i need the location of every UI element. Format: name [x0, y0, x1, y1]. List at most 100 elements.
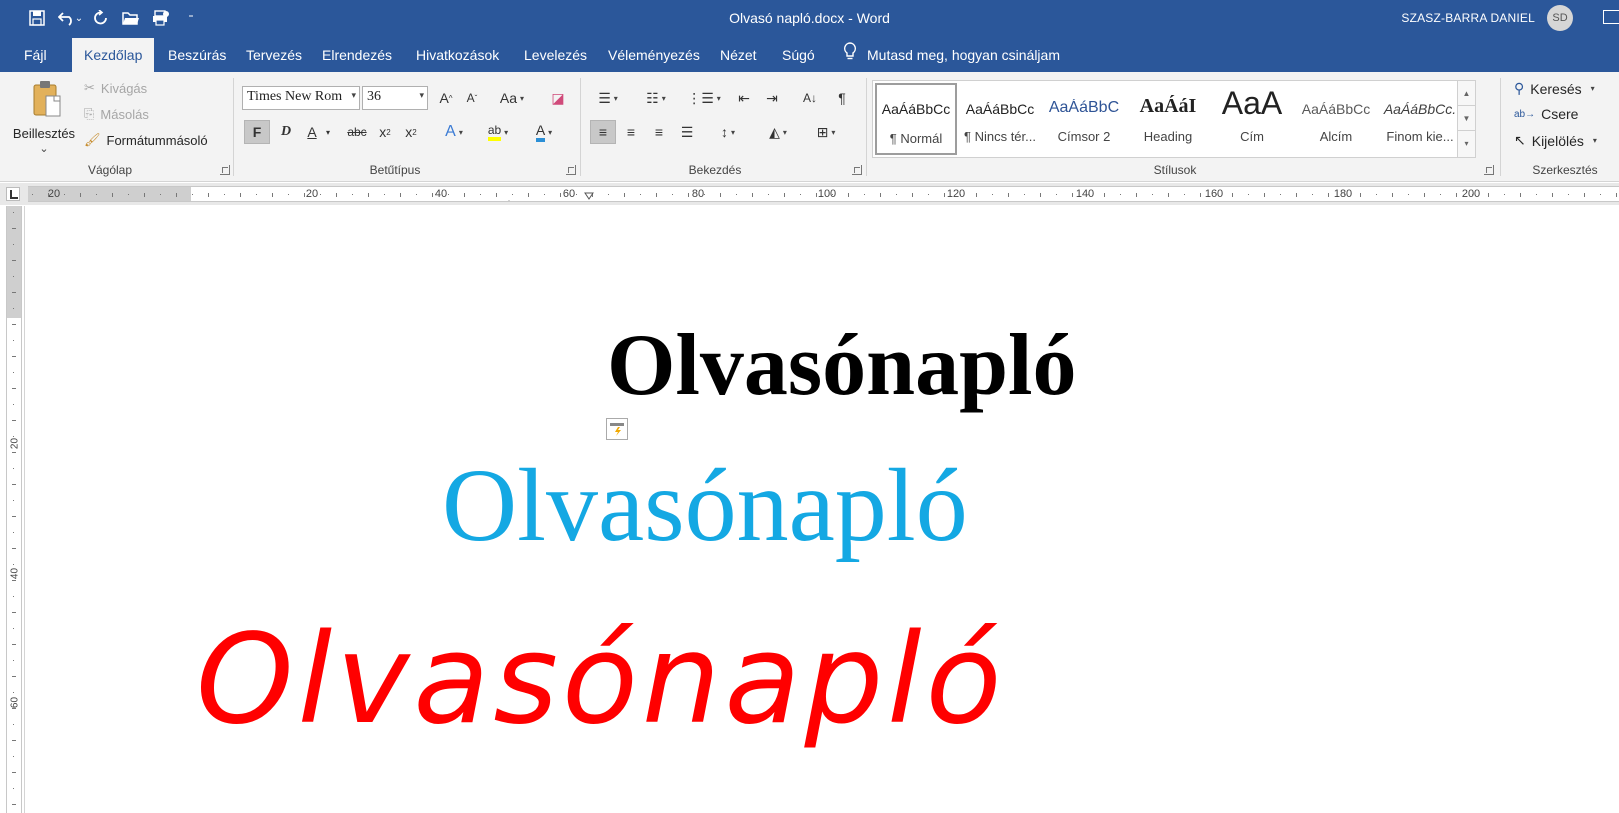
justify-icon[interactable]: ☰ — [674, 120, 700, 144]
ruler-tick — [320, 194, 321, 195]
ruler-tick — [1232, 193, 1233, 197]
ruler-tick — [944, 193, 945, 197]
tab-mailings[interactable]: Levelezés — [512, 38, 599, 72]
borders-icon: ⊞ — [816, 123, 829, 140]
horizontal-ruler[interactable]: 20 20 40 60 80 100 120 140 160 180 200 — [28, 186, 1619, 202]
avatar[interactable]: SD — [1547, 5, 1573, 31]
bold-button[interactable]: F — [244, 120, 270, 144]
chevron-down-icon: ▾ — [613, 93, 618, 103]
ruler-tick — [1312, 194, 1313, 195]
subscript-button[interactable]: x2 — [374, 120, 396, 144]
first-line-indent-marker[interactable] — [504, 195, 514, 201]
tab-review[interactable]: Véleményezés — [596, 38, 712, 72]
grow-font-button[interactable]: A ^ — [434, 86, 458, 110]
chevron-down-icon: ▾ — [716, 93, 721, 103]
borders-button[interactable]: ⊞ ▾ — [808, 120, 844, 144]
format-painter-button[interactable]: 🖌 Formátummásoló — [84, 132, 208, 148]
superscript-button[interactable]: x2 — [400, 120, 422, 144]
right-indent-marker[interactable] — [584, 187, 594, 200]
tab-stop-selector[interactable] — [6, 187, 20, 201]
font-name-combo[interactable]: Times New Rom ▾ — [242, 86, 360, 110]
style-no-spacing[interactable]: AaÁáBbCc ¶ Nincs tér... — [959, 83, 1041, 155]
shrink-font-button[interactable]: Aˇ — [460, 86, 484, 110]
replace-button[interactable]: ab→ Csere — [1514, 106, 1578, 122]
chevron-down-icon[interactable]: ⌄ — [8, 142, 80, 155]
shading-button[interactable]: ◭ ▾ — [760, 120, 796, 144]
document-text-line-3[interactable]: Olvasónapló — [196, 618, 1006, 742]
vertical-ruler-tick — [13, 660, 14, 661]
line-spacing-button[interactable]: ↕ ▾ — [710, 120, 746, 144]
font-color-button[interactable]: A ▾ — [526, 120, 562, 144]
paste-button[interactable]: Beillesztés ⌄ — [8, 78, 80, 160]
highlight-button[interactable]: ab ▾ — [480, 120, 516, 144]
ribbon-tabs: Fájl Kezdőlap Beszúrás Tervezés Elrendez… — [0, 36, 1619, 72]
ruler-tick — [976, 193, 977, 197]
tab-home[interactable]: Kezdőlap — [72, 38, 155, 72]
font-size-combo[interactable]: 36 ▾ — [362, 86, 428, 110]
ruler-tick — [80, 193, 81, 197]
vertical-ruler-tick — [13, 340, 14, 341]
multilevel-list-button[interactable]: ⋮☰ ▾ — [686, 86, 722, 110]
ruler-tick — [64, 194, 65, 195]
change-case-button[interactable]: Aa ▾ — [494, 86, 530, 110]
select-button[interactable]: ↖ Kijelölés ▾ — [1514, 132, 1597, 149]
align-right-icon[interactable]: ≡ — [646, 120, 672, 144]
find-button[interactable]: ⚲ Keresés ▾ — [1514, 80, 1595, 97]
strikethrough-button[interactable]: abc — [344, 120, 370, 144]
tab-file[interactable]: Fájl — [12, 38, 59, 72]
paste-options-icon[interactable] — [606, 418, 628, 440]
copy-button[interactable]: ⎘ Másolás — [84, 106, 149, 122]
ribbon-display-options-icon[interactable] — [1603, 10, 1619, 24]
style-title[interactable]: AaA Cím — [1211, 83, 1293, 155]
tab-design[interactable]: Tervezés — [234, 38, 314, 72]
clipboard-launcher-icon[interactable] — [220, 165, 230, 175]
styles-launcher-icon[interactable] — [1484, 165, 1494, 175]
decrease-indent-icon[interactable]: ⇤ — [732, 86, 756, 110]
vertical-ruler-tick — [12, 644, 16, 645]
bullets-button[interactable]: ☰ ▾ — [590, 86, 626, 110]
show-formatting-icon[interactable]: ¶ — [830, 86, 854, 110]
tell-me-search[interactable]: Mutasd meg, hogyan csináljam — [843, 38, 1060, 72]
tab-references[interactable]: Hivatkozások — [404, 38, 511, 72]
style-heading[interactable]: AaÁáI Heading — [1127, 83, 1209, 155]
clear-formatting-icon[interactable]: ◪ — [546, 86, 570, 110]
style-name: ¶ Nincs tér... — [963, 129, 1036, 144]
underline-dropdown-icon[interactable]: ▾ — [322, 120, 334, 144]
ruler-tick — [1472, 194, 1473, 195]
tab-insert[interactable]: Beszúrás — [156, 38, 238, 72]
scroll-up-icon[interactable]: ▲ — [1458, 81, 1475, 106]
align-left-icon[interactable]: ≡ — [590, 120, 616, 144]
style-subtle-emphasis[interactable]: AaÁáBbCc. Finom kie... — [1379, 83, 1461, 155]
vertical-ruler-tick — [13, 692, 14, 693]
paragraph-launcher-icon[interactable] — [852, 165, 862, 175]
document-text-line-1[interactable]: Olvasónapló — [607, 322, 1076, 410]
tab-layout[interactable]: Elrendezés — [310, 38, 404, 72]
font-launcher-icon[interactable] — [566, 165, 576, 175]
align-center-icon[interactable]: ≡ — [618, 120, 644, 144]
ruler-tick — [1584, 193, 1585, 197]
find-label: Keresés — [1530, 80, 1582, 97]
ruler-label: 20 — [47, 188, 61, 200]
style-normal[interactable]: AaÁáBbCc ¶ Normál — [875, 83, 957, 155]
style-heading-2[interactable]: AaÁáBbC Címsor 2 — [1043, 83, 1125, 155]
style-sample: AaÁáBbC — [1048, 99, 1120, 116]
vertical-ruler-tick — [13, 596, 14, 597]
tab-view[interactable]: Nézet — [708, 38, 769, 72]
cut-button[interactable]: ✂ Kivágás — [84, 80, 147, 96]
document-text-line-2[interactable]: Olvasónapló — [442, 454, 968, 558]
sort-icon[interactable]: A↓ — [798, 86, 822, 110]
more-styles-icon[interactable]: ▾ — [1458, 131, 1475, 156]
tab-help[interactable]: Súgó — [770, 38, 827, 72]
italic-button[interactable]: D — [274, 120, 298, 144]
ruler-tick — [32, 194, 33, 195]
increase-indent-icon[interactable]: ⇥ — [760, 86, 784, 110]
ruler-tick — [256, 194, 257, 195]
style-subtitle[interactable]: AaÁáBbCc Alcím — [1295, 83, 1377, 155]
numbering-button[interactable]: ☷ ▾ — [638, 86, 674, 110]
vertical-ruler-tick — [12, 356, 16, 357]
user-name[interactable]: SZASZ-BARRA DANIEL — [1401, 11, 1535, 25]
text-effects-button[interactable]: A ▾ — [438, 120, 470, 144]
scroll-down-icon[interactable]: ▼ — [1458, 106, 1475, 131]
vertical-ruler[interactable]: 20 40 60 — [6, 206, 22, 813]
underline-button[interactable]: A — [302, 120, 322, 144]
